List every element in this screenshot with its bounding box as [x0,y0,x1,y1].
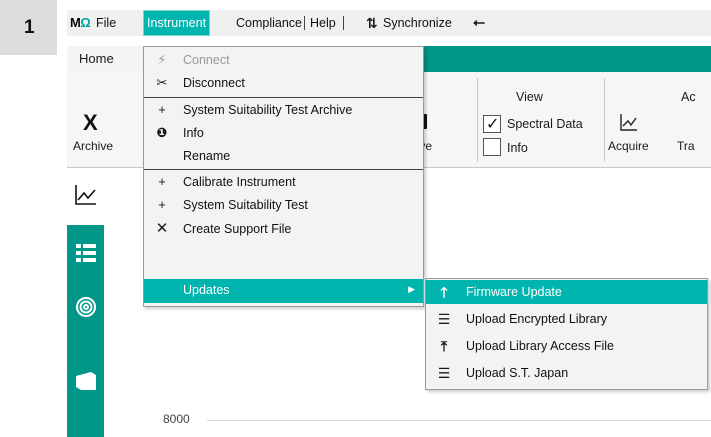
view-group-label: View [516,90,543,104]
info-icon: ❶ [156,125,168,140]
menu-help[interactable]: Help [307,10,339,36]
menu-instrument[interactable]: Instrument [143,10,211,36]
step-number: 1 [24,17,35,38]
menu-item-disconnect[interactable]: ✂ Disconnect [144,72,423,95]
menu-item-sst-archive[interactable]: + System Suitability Test Archive [144,99,423,122]
usb-icon[interactable]: ⭠ [473,14,485,31]
sync-arrows-icon[interactable]: ⇅ [366,15,378,32]
submenu-item-firmware-update[interactable]: 🡑 Firmware Update [426,280,707,304]
instrument-menu: ⚡ Connect ✂ Disconnect + System Suitabil… [143,46,424,307]
fingerprint-icon[interactable] [73,294,99,320]
menu-item-sst[interactable]: + System Suitability Test [144,194,423,217]
info-checkbox[interactable] [483,138,501,156]
updates-submenu: 🡑 Firmware Update ☰ Upload Encrypted Lib… [425,278,708,390]
spectral-data-label[interactable]: Spectral Data [507,117,583,131]
menu-item-calibrate[interactable]: + Calibrate Instrument [144,171,423,194]
menu-item-updates[interactable]: Updates ▶ [144,279,423,303]
menu-compliance[interactable]: Compliance [233,10,305,36]
plus-icon: + [158,174,166,189]
plus-icon: + [158,102,166,117]
menu-bar: MΩ File Instrument Compliance Help ⇅ Syn… [67,10,711,36]
app-logo: MΩ [70,15,91,30]
archive-button-label[interactable]: Archive [73,139,113,153]
menu-separator [144,169,423,170]
menu-item-support-file[interactable]: ✕ Create Support File [144,218,423,241]
y-axis-label: 8000 [163,412,190,426]
library-book-icon[interactable] [73,368,99,394]
plug-connect-icon: ⚡ [157,52,167,67]
submenu-arrow-icon: ▶ [408,284,415,294]
info-checkbox-label[interactable]: Info [507,141,528,155]
menu-separator [144,97,423,98]
ribbon-separator [604,78,605,162]
list-icon[interactable] [73,240,99,266]
acquire-chart-icon[interactable] [619,112,639,132]
truncated-button-label[interactable]: Tra [677,139,695,153]
submenu-item-upload-library-access[interactable]: ⤒ Upload Library Access File [426,334,707,358]
menu-synchronize[interactable]: Synchronize [380,10,455,36]
list-icon: ☰ [437,365,451,381]
menu-item-rename[interactable]: Rename [144,145,423,168]
left-nav [67,168,104,437]
arrow-up-icon: 🡑 [440,284,448,300]
acquire-button-label[interactable]: Acquire [608,139,649,153]
plus-icon: + [158,197,166,212]
tools-icon: ✕ [155,220,169,237]
menu-separator [304,16,305,30]
menu-item-info[interactable]: ❶ Info [144,122,423,145]
ribbon-separator [477,78,478,162]
menu-item-connect[interactable]: ⚡ Connect [144,49,423,72]
submenu-item-upload-st-japan[interactable]: ☰ Upload S.T. Japan [426,361,707,385]
spectral-data-checkbox[interactable] [483,114,501,134]
list-icon: ☰ [437,311,451,327]
menu-file[interactable]: File [93,10,119,36]
tab-home[interactable]: Home [67,46,144,72]
chart-gridline [207,420,711,421]
submenu-item-upload-encrypted-library[interactable]: ☰ Upload Encrypted Library [426,307,707,331]
menu-separator [343,16,344,30]
step-badge: 1 [0,0,57,55]
upload-icon: ⤒ [440,338,448,354]
spectrum-chart-icon [75,185,96,205]
app-window: MΩ File Instrument Compliance Help ⇅ Syn… [67,10,711,437]
truncated-group-label: Ac [681,90,696,104]
archive-x-icon[interactable]: X [83,110,98,136]
nav-item-spectrum-selected[interactable] [67,168,104,225]
plug-disconnect-icon: ✂ [156,75,168,90]
